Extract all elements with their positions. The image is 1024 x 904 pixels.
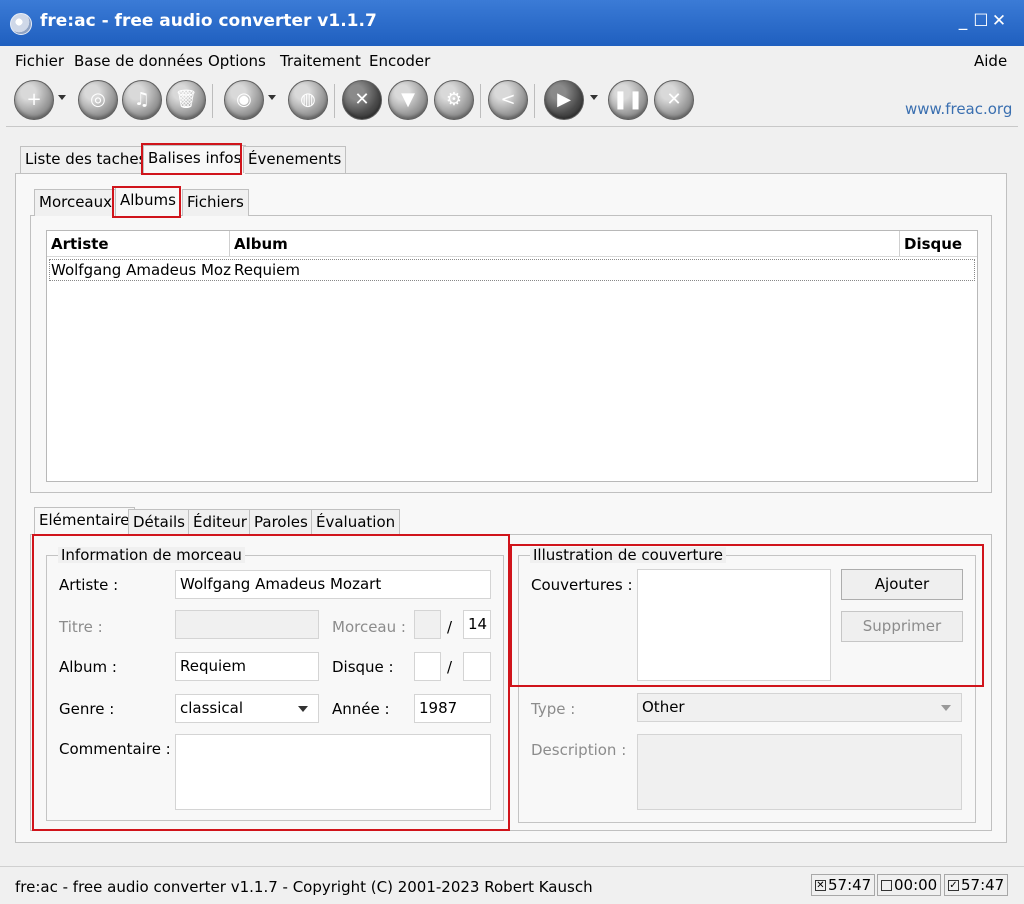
status-time-3: 57:47 xyxy=(961,876,1005,894)
minimize-button[interactable]: _ xyxy=(954,8,972,34)
tab-evenements[interactable]: Évenements xyxy=(243,146,347,173)
covers-list[interactable] xyxy=(637,569,831,681)
toolbar-separator xyxy=(534,84,535,118)
trash-icon[interactable]: 🗑 xyxy=(166,80,206,120)
tab-editeur[interactable]: Éditeur xyxy=(188,509,252,536)
status-elapsed-time: 00:00 xyxy=(877,874,942,896)
toolbar-separator xyxy=(334,84,335,118)
add-cd-icon[interactable]: ◎ xyxy=(78,80,118,120)
chevron-down-icon[interactable] xyxy=(298,706,308,712)
status-total-time: ✕ 57:47 xyxy=(811,874,876,896)
tab-elementaire[interactable]: Elémentaire xyxy=(34,507,135,536)
app-icon xyxy=(10,13,32,35)
toolbar-separator xyxy=(212,84,213,118)
tab-evaluation[interactable]: Évaluation xyxy=(311,509,401,536)
comment-field[interactable] xyxy=(175,734,491,810)
menu-aide[interactable]: Aide xyxy=(974,52,1007,70)
status-time-1: 57:47 xyxy=(828,876,872,894)
title-field[interactable] xyxy=(175,610,319,639)
window-title: fre:ac - free audio converter v1.1.7 xyxy=(40,11,377,31)
settings-icon[interactable]: ⚙ xyxy=(434,80,474,120)
track-number-field[interactable] xyxy=(414,610,441,639)
remove-cover-button[interactable]: Supprimer xyxy=(841,611,963,642)
comment-label: Commentaire : xyxy=(59,740,171,758)
album-field[interactable]: Requiem xyxy=(175,652,319,681)
description-label: Description : xyxy=(531,741,627,759)
pause-icon[interactable]: ❚❚ xyxy=(608,80,648,120)
maximize-button[interactable]: ☐ xyxy=(972,8,990,34)
track-label: Morceau : xyxy=(332,618,406,636)
chevron-down-icon[interactable] xyxy=(58,95,66,100)
type-label: Type : xyxy=(531,700,576,718)
status-text: fre:ac - free audio converter v1.1.7 - C… xyxy=(15,878,593,896)
menu-options[interactable]: Options xyxy=(208,52,266,70)
chevron-down-icon[interactable] xyxy=(941,705,951,711)
checked-box-icon: ✓ xyxy=(948,880,959,891)
column-header-disque[interactable]: Disque xyxy=(900,231,977,257)
music-icon[interactable]: ♫ xyxy=(122,80,162,120)
menu-traitement[interactable]: Traitement xyxy=(280,52,361,70)
albums-list[interactable]: Artiste Album Disque Wolfgang Amadeus Mo… xyxy=(46,230,978,482)
tab-liste-des-taches[interactable]: Liste des taches xyxy=(20,146,152,173)
column-header-album[interactable]: Album xyxy=(230,231,900,257)
unchecked-box-icon xyxy=(881,880,892,891)
add-files-icon[interactable]: + xyxy=(14,80,54,120)
artist-label: Artiste : xyxy=(59,576,119,594)
status-remaining-time: ✓ 57:47 xyxy=(944,874,1009,896)
menu-bar: Fichier Base de données Options Traiteme… xyxy=(0,46,1024,76)
website-link[interactable]: www.freac.org xyxy=(905,100,1012,118)
chevron-down-icon[interactable] xyxy=(268,95,276,100)
configure-icon[interactable]: ✕ xyxy=(342,80,382,120)
cell-artist: Wolfgang Amadeus Moz xyxy=(51,261,231,279)
disc-separator: / xyxy=(447,658,453,676)
tab-morceaux[interactable]: Morceaux xyxy=(34,189,118,216)
genre-label: Genre : xyxy=(59,700,115,718)
track-total-field[interactable]: 14 xyxy=(463,610,491,639)
play-icon[interactable]: ▶ xyxy=(544,80,584,120)
year-field[interactable]: 1987 xyxy=(414,694,491,723)
highlight-box xyxy=(112,186,181,218)
disc-label: Disque : xyxy=(332,658,394,676)
disc-total-field[interactable] xyxy=(463,652,491,681)
table-row[interactable]: Wolfgang Amadeus Moz Requiem xyxy=(49,259,975,281)
title-label: Titre : xyxy=(59,618,103,636)
covers-label: Couvertures : xyxy=(531,576,633,594)
year-label: Année : xyxy=(332,700,390,718)
stop-icon[interactable]: ✕ xyxy=(654,80,694,120)
filter-icon[interactable]: ▼ xyxy=(388,80,428,120)
add-cover-button[interactable]: Ajouter xyxy=(841,569,963,600)
tab-details[interactable]: Détails xyxy=(128,509,191,536)
album-label: Album : xyxy=(59,658,117,676)
tab-fichiers[interactable]: Fichiers xyxy=(182,189,249,216)
tab-paroles[interactable]: Paroles xyxy=(249,509,313,536)
chevron-down-icon[interactable] xyxy=(590,95,598,100)
artist-field[interactable]: Wolfgang Amadeus Mozart xyxy=(175,570,491,599)
menu-encoder[interactable]: Encoder xyxy=(369,52,430,70)
genre-select[interactable]: classical xyxy=(175,694,319,723)
cell-album: Requiem xyxy=(234,261,301,279)
highlight-box xyxy=(141,143,242,175)
column-header-artiste[interactable]: Artiste xyxy=(47,231,230,257)
menu-base-de-donnees[interactable]: Base de données xyxy=(74,52,203,70)
close-button[interactable]: ✕ xyxy=(990,8,1008,34)
title-bar: fre:ac - free audio converter v1.1.7 _ ☐… xyxy=(0,0,1024,46)
checked-box-icon: ✕ xyxy=(815,880,826,891)
share-icon[interactable]: < xyxy=(488,80,528,120)
toolbar: + ◎ ♫ 🗑 ◉ ◍ ✕ ▼ ⚙ < ▶ ❚❚ ✕ xyxy=(0,78,1024,124)
type-value: Other xyxy=(642,698,685,716)
status-time-2: 00:00 xyxy=(894,876,938,894)
toolbar-separator xyxy=(480,84,481,118)
query-cddb-icon[interactable]: ◉ xyxy=(224,80,264,120)
menu-fichier[interactable]: Fichier xyxy=(15,52,64,70)
track-separator: / xyxy=(447,618,453,636)
type-select[interactable]: Other xyxy=(637,693,962,722)
description-field[interactable] xyxy=(637,734,962,810)
disc-number-field[interactable] xyxy=(414,652,441,681)
divider xyxy=(6,126,1018,127)
genre-value: classical xyxy=(180,699,244,717)
submit-cddb-icon[interactable]: ◍ xyxy=(288,80,328,120)
